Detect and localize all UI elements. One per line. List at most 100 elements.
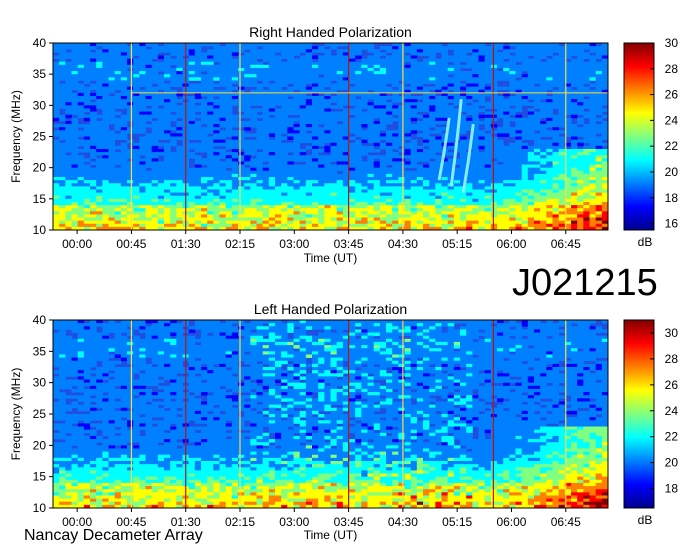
heatmap-cell xyxy=(416,205,424,209)
heatmap-cell xyxy=(527,205,535,209)
heatmap-cell xyxy=(90,161,97,165)
heatmap-cell xyxy=(398,180,405,184)
heatmap-cell xyxy=(577,164,584,169)
heatmap-cell xyxy=(127,111,134,116)
heatmap-cell xyxy=(404,195,412,200)
heatmap-cell xyxy=(219,167,227,172)
heatmap-cell xyxy=(521,120,529,125)
heatmap-cell xyxy=(355,217,362,222)
heatmap-cell xyxy=(392,130,399,134)
heatmap-cell xyxy=(410,198,418,203)
heatmap-cell xyxy=(176,99,183,103)
heatmap-cell xyxy=(447,223,455,228)
heatmap-cell xyxy=(515,148,523,153)
heatmap-cell xyxy=(521,195,529,200)
heatmap-cell xyxy=(225,64,233,69)
heatmap-cell xyxy=(59,77,66,81)
heatmap-cell xyxy=(373,105,381,109)
heatmap-cell xyxy=(484,173,492,178)
heatmap-cell xyxy=(330,77,338,81)
heatmap-cell xyxy=(164,170,171,175)
heatmap-cell xyxy=(53,92,60,97)
heatmap-cell xyxy=(527,186,535,190)
heatmap-cell xyxy=(65,83,72,88)
heatmap-cell xyxy=(71,195,79,200)
heatmap-cell xyxy=(521,158,529,162)
heatmap-cell xyxy=(102,92,109,97)
heatmap-cell xyxy=(256,130,264,134)
heatmap-cell xyxy=(527,214,535,218)
heatmap-cell xyxy=(139,117,146,122)
heatmap-cell xyxy=(194,49,202,53)
heatmap-cell xyxy=(336,95,344,100)
heatmap-cell xyxy=(571,170,578,175)
heatmap-cell xyxy=(256,214,264,218)
heatmap-cell xyxy=(170,152,177,156)
heatmap-cell xyxy=(151,220,159,225)
heatmap-cell xyxy=(145,77,153,81)
heatmap-cell xyxy=(349,52,356,56)
heatmap-cell xyxy=(367,120,375,125)
y-tick-label: 20 xyxy=(33,161,47,175)
heatmap-cell xyxy=(77,142,85,147)
heatmap-cell xyxy=(577,208,584,212)
heatmap-cell xyxy=(484,177,492,181)
heatmap-cell xyxy=(275,192,282,197)
heatmap-cell xyxy=(219,102,227,106)
heatmap-cell xyxy=(53,83,60,88)
heatmap-cell xyxy=(583,217,590,222)
heatmap-cell xyxy=(423,183,430,187)
heatmap-cell xyxy=(231,46,239,50)
heatmap-cell xyxy=(497,64,504,69)
heatmap-cell xyxy=(188,130,196,134)
heatmap-cell xyxy=(441,198,449,203)
heatmap-cell xyxy=(77,86,85,91)
heatmap-cell xyxy=(534,155,541,159)
heatmap-cell xyxy=(312,211,319,215)
heatmap-cell xyxy=(275,173,282,178)
heatmap-cell xyxy=(305,58,313,63)
heatmap-cell xyxy=(256,92,264,97)
heatmap-cell xyxy=(540,158,547,162)
heatmap-cell xyxy=(472,164,479,169)
heatmap-cell xyxy=(244,161,251,165)
heatmap-cell xyxy=(231,183,239,187)
heatmap-cell xyxy=(194,183,202,187)
heatmap-cell xyxy=(521,127,529,131)
heatmap-cell xyxy=(527,183,535,187)
heatmap-cell xyxy=(460,148,467,153)
heatmap-cell xyxy=(490,71,498,75)
heatmap-cell xyxy=(151,99,159,103)
heatmap-cell xyxy=(139,180,146,184)
heatmap-cell xyxy=(373,61,381,66)
heatmap-cell xyxy=(546,205,553,209)
heatmap-cell xyxy=(83,105,91,109)
heatmap-cell xyxy=(435,145,442,150)
heatmap-cell xyxy=(416,71,424,75)
heatmap-cell xyxy=(398,55,405,59)
heatmap-cell xyxy=(447,46,455,50)
heatmap-cell xyxy=(447,77,455,81)
heatmap-cell xyxy=(386,117,393,122)
heatmap-cell xyxy=(102,177,109,181)
heatmap-cell xyxy=(404,155,412,159)
heatmap-cell xyxy=(244,186,251,190)
heatmap-cell xyxy=(231,67,239,72)
heatmap-cell xyxy=(293,139,301,144)
heatmap-cell xyxy=(423,208,430,212)
heatmap-cell xyxy=(447,83,455,88)
heatmap-cell xyxy=(293,127,301,131)
heatmap-cell xyxy=(379,46,387,50)
heatmap-cell xyxy=(77,130,85,134)
heatmap-cell xyxy=(349,217,356,222)
heatmap-cell xyxy=(503,167,510,172)
heatmap-cell xyxy=(349,158,356,162)
heatmap-cell xyxy=(503,195,510,200)
heatmap-cell xyxy=(410,211,418,215)
heatmap-cell xyxy=(447,71,455,75)
heatmap-cell xyxy=(164,145,171,150)
heatmap-cell xyxy=(435,198,442,203)
heatmap-cell xyxy=(503,105,510,109)
heatmap-cell xyxy=(207,177,214,181)
heatmap-cell xyxy=(120,83,128,88)
